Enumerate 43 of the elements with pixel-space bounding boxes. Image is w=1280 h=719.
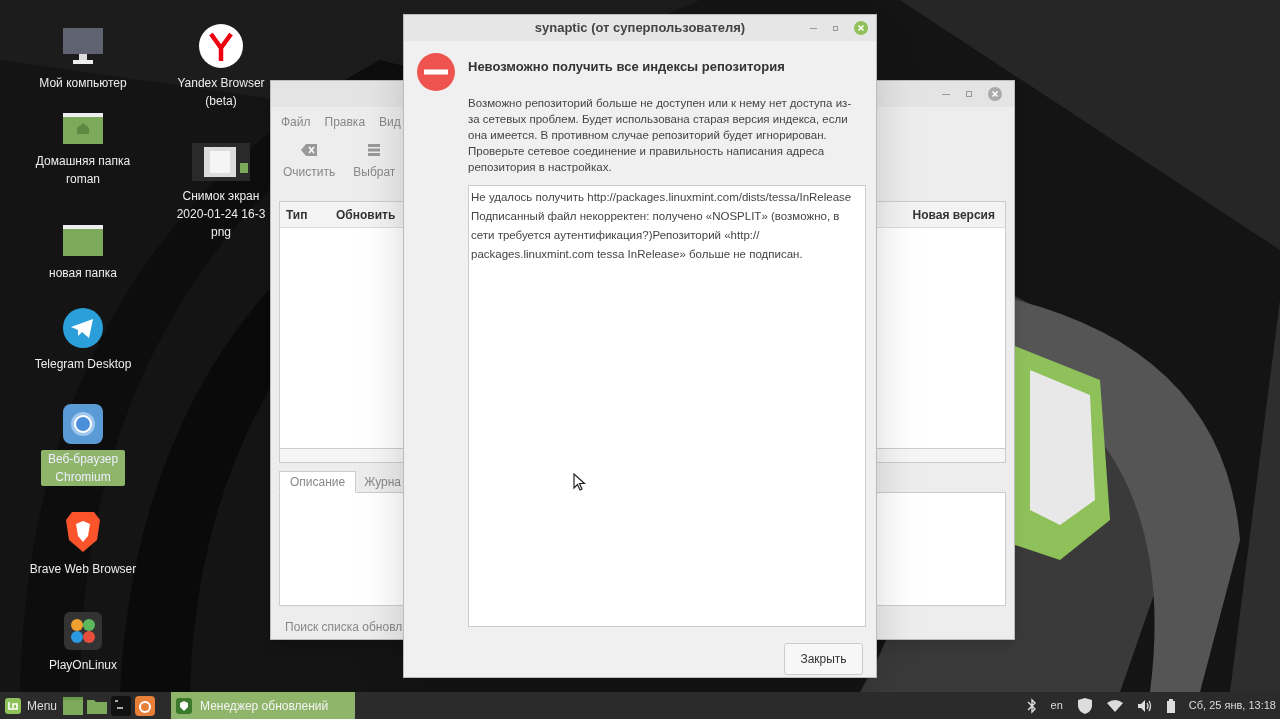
desktop-icon-label[interactable]: Мой компьютер: [39, 74, 127, 92]
folder-icon[interactable]: [61, 222, 105, 258]
mouse-cursor-icon: [573, 473, 586, 492]
desktop-icon-label[interactable]: Telegram Desktop: [34, 355, 132, 373]
wifi-icon[interactable]: [1106, 699, 1123, 712]
dialog-message: Возможно репозиторий больше не доступен или к нему нет доступа из-за сетевых проблем. Будет использована старая версия индекса, если она имеется. В противном случае репозиторий будет игнорирован. Проверьте сетевое соединение и правильность написания адреса репозитория в настройках.: [468, 96, 852, 173]
error-icon: [417, 53, 455, 91]
desktop-icon-label[interactable]: новая папка: [49, 264, 117, 282]
status-text: Поиск списка обновл: [285, 620, 403, 634]
window-title: synaptic (от суперпользователя): [534, 20, 746, 36]
list-icon: [368, 144, 381, 156]
column-header[interactable]: Тип: [286, 205, 330, 224]
tab[interactable]: Описание: [279, 471, 357, 493]
desktop-icon-label[interactable]: Снимок экран 2020-01-24 16-3 png: [175, 187, 267, 241]
window-icon[interactable]: [63, 696, 84, 715]
browser-icon[interactable]: [63, 404, 103, 444]
y-logo-icon[interactable]: [199, 24, 243, 68]
desktop-icon-label[interactable]: PlayOnLinux: [48, 656, 117, 674]
dialog-heading: Невозможно получить все индексы репозитория: [468, 59, 785, 74]
shield-icon: [176, 697, 193, 714]
backspace-icon: [301, 144, 318, 156]
error-details: Не удалось получить http://packages.linuxmint.com/dists/tessa/InRelease Подписанный файл некорректен: получено «NOSPLIT» (возможно, в сети требуется аутентификация?)Репозиторий «http:// packages.linuxmint.com tessa InRelease» больше не подписан.: [471, 190, 852, 260]
clover-icon[interactable]: [64, 612, 102, 650]
home-folder-icon[interactable]: [61, 110, 105, 146]
mint-logo-icon: [4, 696, 22, 715]
keyboard-layout-indicator[interactable]: en: [1050, 697, 1063, 714]
speaker-icon[interactable]: [1136, 698, 1153, 713]
clock[interactable]: Сб, 25 янв, 13:18: [1188, 697, 1276, 714]
fox-icon[interactable]: [135, 695, 156, 716]
lion-icon[interactable]: [64, 510, 102, 554]
desktop-icon-label[interactable]: Домашняя папка roman: [28, 152, 138, 188]
menu-button[interactable]: Menu: [0, 692, 62, 719]
bluetooth-icon[interactable]: [1026, 697, 1037, 714]
battery-icon[interactable]: [1166, 698, 1175, 713]
desktop-icon-label[interactable]: Yandex Browser (beta): [175, 74, 267, 110]
column-header[interactable]: Обновить: [336, 205, 396, 224]
image-thumbnail-icon[interactable]: [192, 143, 250, 181]
shield-icon[interactable]: [1076, 696, 1093, 715]
close-button[interactable]: Закрыть: [784, 642, 863, 675]
paper-plane-icon[interactable]: [62, 307, 104, 349]
column-header[interactable]: Новая версия: [912, 205, 999, 224]
desktop-icon-label[interactable]: Brave Web Browser: [29, 560, 137, 578]
terminal-icon[interactable]: [111, 695, 132, 716]
